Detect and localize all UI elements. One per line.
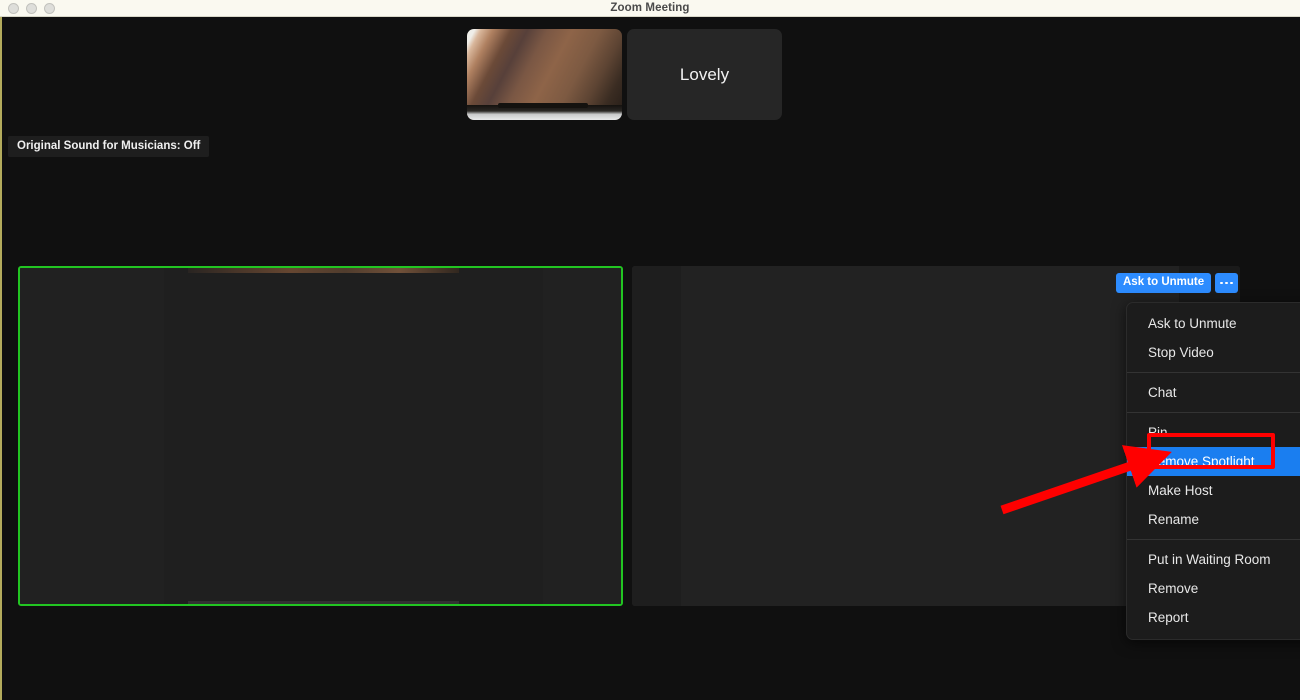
spotlight-bottom-strip bbox=[188, 601, 459, 604]
menu-divider bbox=[1127, 412, 1300, 413]
thumbnail-participant-tile[interactable]: Lovely bbox=[627, 29, 782, 120]
original-sound-banner[interactable]: Original Sound for Musicians: Off bbox=[8, 136, 210, 157]
menu-divider bbox=[1127, 372, 1300, 373]
ellipsis-icon[interactable] bbox=[1215, 273, 1239, 293]
spotlight-video-content bbox=[20, 268, 621, 604]
menu-item-remove-spotlight[interactable]: Remove Spotlight bbox=[1127, 447, 1300, 476]
participant-name-label: Lovely bbox=[679, 64, 730, 84]
menu-item-make-host[interactable]: Make Host bbox=[1127, 476, 1300, 505]
thumbnail-strip: Lovely bbox=[467, 29, 782, 120]
secondary-screen-area bbox=[680, 266, 1180, 606]
close-button[interactable] bbox=[8, 3, 19, 14]
spotlight-screen-area bbox=[164, 268, 543, 604]
menu-item-put-in-waiting-room[interactable]: Put in Waiting Room bbox=[1127, 545, 1300, 574]
spotlight-top-image-strip bbox=[188, 268, 459, 273]
menu-item-rename[interactable]: Rename bbox=[1127, 505, 1300, 534]
window-controls[interactable] bbox=[8, 0, 55, 17]
participant-context-menu[interactable]: Ask to Unmute Stop Video Chat Pin Remove… bbox=[1126, 302, 1300, 640]
participant-controls: Ask to Unmute bbox=[1116, 273, 1239, 293]
menu-divider bbox=[1127, 539, 1300, 540]
menu-item-chat[interactable]: Chat bbox=[1127, 378, 1300, 407]
menu-item-report[interactable]: Report bbox=[1127, 603, 1300, 632]
meeting-stage: Lovely Original Sound for Musicians: Off… bbox=[0, 18, 1300, 700]
window-titlebar: Zoom Meeting bbox=[0, 0, 1300, 17]
window-title: Zoom Meeting bbox=[610, 2, 690, 14]
secondary-left-panel bbox=[632, 266, 681, 606]
menu-item-stop-video[interactable]: Stop Video bbox=[1127, 338, 1300, 367]
menu-item-pin[interactable]: Pin bbox=[1127, 418, 1300, 447]
zoom-meeting-window: Zoom Meeting Lovely Original Sound for M… bbox=[0, 0, 1300, 700]
thumbnail-video-tile[interactable] bbox=[467, 29, 622, 120]
maximize-button[interactable] bbox=[44, 3, 55, 14]
menu-item-ask-to-unmute[interactable]: Ask to Unmute bbox=[1127, 309, 1300, 338]
window-left-edge bbox=[0, 17, 2, 700]
spotlight-video-tile[interactable] bbox=[18, 266, 623, 606]
minimize-button[interactable] bbox=[26, 3, 37, 14]
menu-item-remove[interactable]: Remove bbox=[1127, 574, 1300, 603]
ask-to-unmute-button[interactable]: Ask to Unmute bbox=[1116, 273, 1212, 293]
